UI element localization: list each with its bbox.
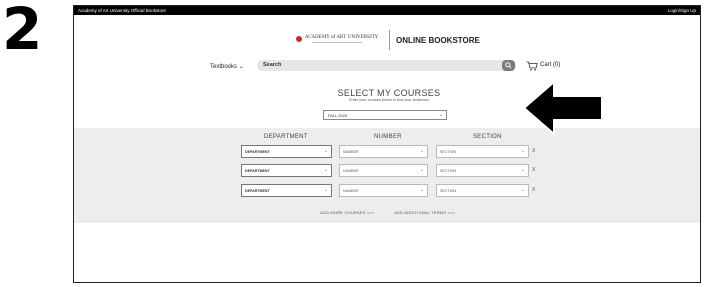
number-select[interactable]: NUMBER ⌄ [339,145,428,158]
page-title: SELECT MY COURSES [337,88,441,98]
top-bar: Academy of Art University Official Books… [74,6,700,15]
add-additional-terms-link[interactable]: ADD ADDITIONAL TERMS >>> [394,210,455,215]
chevron-down-icon: ⌄ [520,187,525,193]
chevron-down-icon: ⌄ [438,112,443,118]
store-name-link[interactable]: Academy of Art University Official Books… [78,6,166,15]
number-select[interactable]: NUMBER ⌄ [339,184,428,197]
chevron-down-icon: ⌄ [419,187,424,193]
add-more-courses-link[interactable]: ADD MORE COURSES >>> [320,210,375,215]
term-select[interactable]: FALL 2020 ⌄ [323,110,447,120]
chevron-down-icon: ⌄ [323,148,328,154]
number-select[interactable]: NUMBER ⌄ [339,164,428,177]
chevron-down-icon: ⌄ [419,148,424,154]
logo-underline [312,42,362,43]
department-select[interactable]: DEPARTMENT ⌄ [241,184,332,197]
brand-divider [389,30,390,50]
university-name: ACADEMY of ART UNIVERSITY [305,35,378,40]
search-input[interactable]: Search [257,60,516,71]
cart-label: Cart (0) [540,62,561,68]
section-header: SECTION [473,134,502,140]
chevron-down-icon: ⌄ [323,167,328,173]
remove-row-button[interactable]: X [532,148,535,154]
chevron-down-icon: ⌄ [520,167,525,173]
aau-logo-icon [296,36,302,42]
pointer-arrow-icon [524,80,603,136]
chevron-down-icon: ⌄ [323,187,328,193]
brand-logo[interactable]: ACADEMY of ART UNIVERSITY ONLINE BOOKSTO… [294,30,494,50]
login-link[interactable]: Login/Sign Up [668,6,696,15]
remove-row-button[interactable]: X [532,167,535,173]
search-button[interactable] [502,60,515,71]
chevron-down-icon: ⌄ [238,64,244,70]
chevron-down-icon: ⌄ [419,167,424,173]
section-select[interactable]: SECTION ⌄ [436,145,529,158]
department-header: DEPARTMENT [264,134,308,140]
section-select[interactable]: SECTION ⌄ [436,184,529,197]
search-icon [505,62,512,69]
page-subtitle: Enter your courses below to find your te… [349,98,429,102]
remove-row-button[interactable]: X [532,187,535,193]
section-select[interactable]: SECTION ⌄ [436,164,529,177]
department-select[interactable]: DEPARTMENT ⌄ [241,164,332,177]
textbooks-label: Textbooks [210,64,238,70]
cart-icon [526,61,538,71]
browser-screenshot: Academy of Art University Official Books… [73,5,701,283]
term-value: FALL 2020 [328,113,348,118]
search-placeholder: Search [263,62,282,68]
department-select[interactable]: DEPARTMENT ⌄ [241,145,332,158]
number-header: NUMBER [374,134,402,140]
chevron-down-icon: ⌄ [520,148,525,154]
textbooks-menu[interactable]: Textbooks ⌄ [210,63,244,70]
store-title: ONLINE BOOKSTORE [396,36,480,45]
cart-button[interactable]: Cart (0) [526,60,576,72]
step-number: 2 [2,0,42,63]
